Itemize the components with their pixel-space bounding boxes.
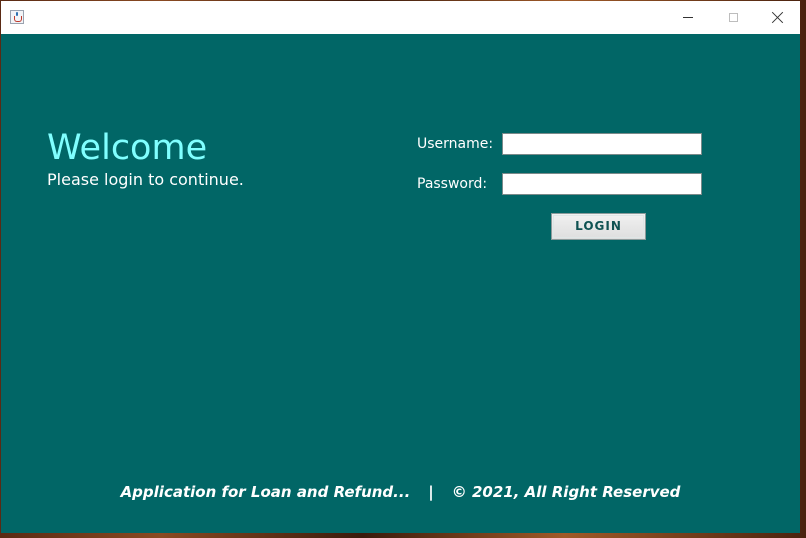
footer-app-name: Application for Loan and Refund... [120, 483, 411, 501]
maximize-icon [729, 13, 738, 22]
login-panel: Welcome Please login to continue. Userna… [1, 34, 800, 533]
maximize-button[interactable] [711, 1, 757, 34]
username-label: Username: [417, 136, 494, 152]
minimize-button[interactable] [665, 1, 711, 34]
close-icon [772, 11, 784, 23]
username-field[interactable] [502, 133, 702, 155]
java-coffee-icon [10, 10, 24, 24]
minimize-icon [683, 17, 693, 18]
footer: Application for Loan and Refund... | © 202… [1, 483, 800, 501]
login-window: Welcome Please login to continue. Userna… [0, 0, 806, 538]
login-button[interactable]: LOGIN [551, 213, 646, 240]
title-bar[interactable] [1, 1, 800, 34]
welcome-subtitle: Please login to continue. [47, 170, 244, 189]
password-label: Password: [417, 176, 488, 192]
close-button[interactable] [755, 1, 801, 34]
footer-separator: | [428, 483, 434, 501]
welcome-heading: Welcome [47, 128, 208, 168]
password-field[interactable] [502, 173, 702, 195]
footer-copyright: © 2021, All Right Reserved [451, 483, 681, 501]
